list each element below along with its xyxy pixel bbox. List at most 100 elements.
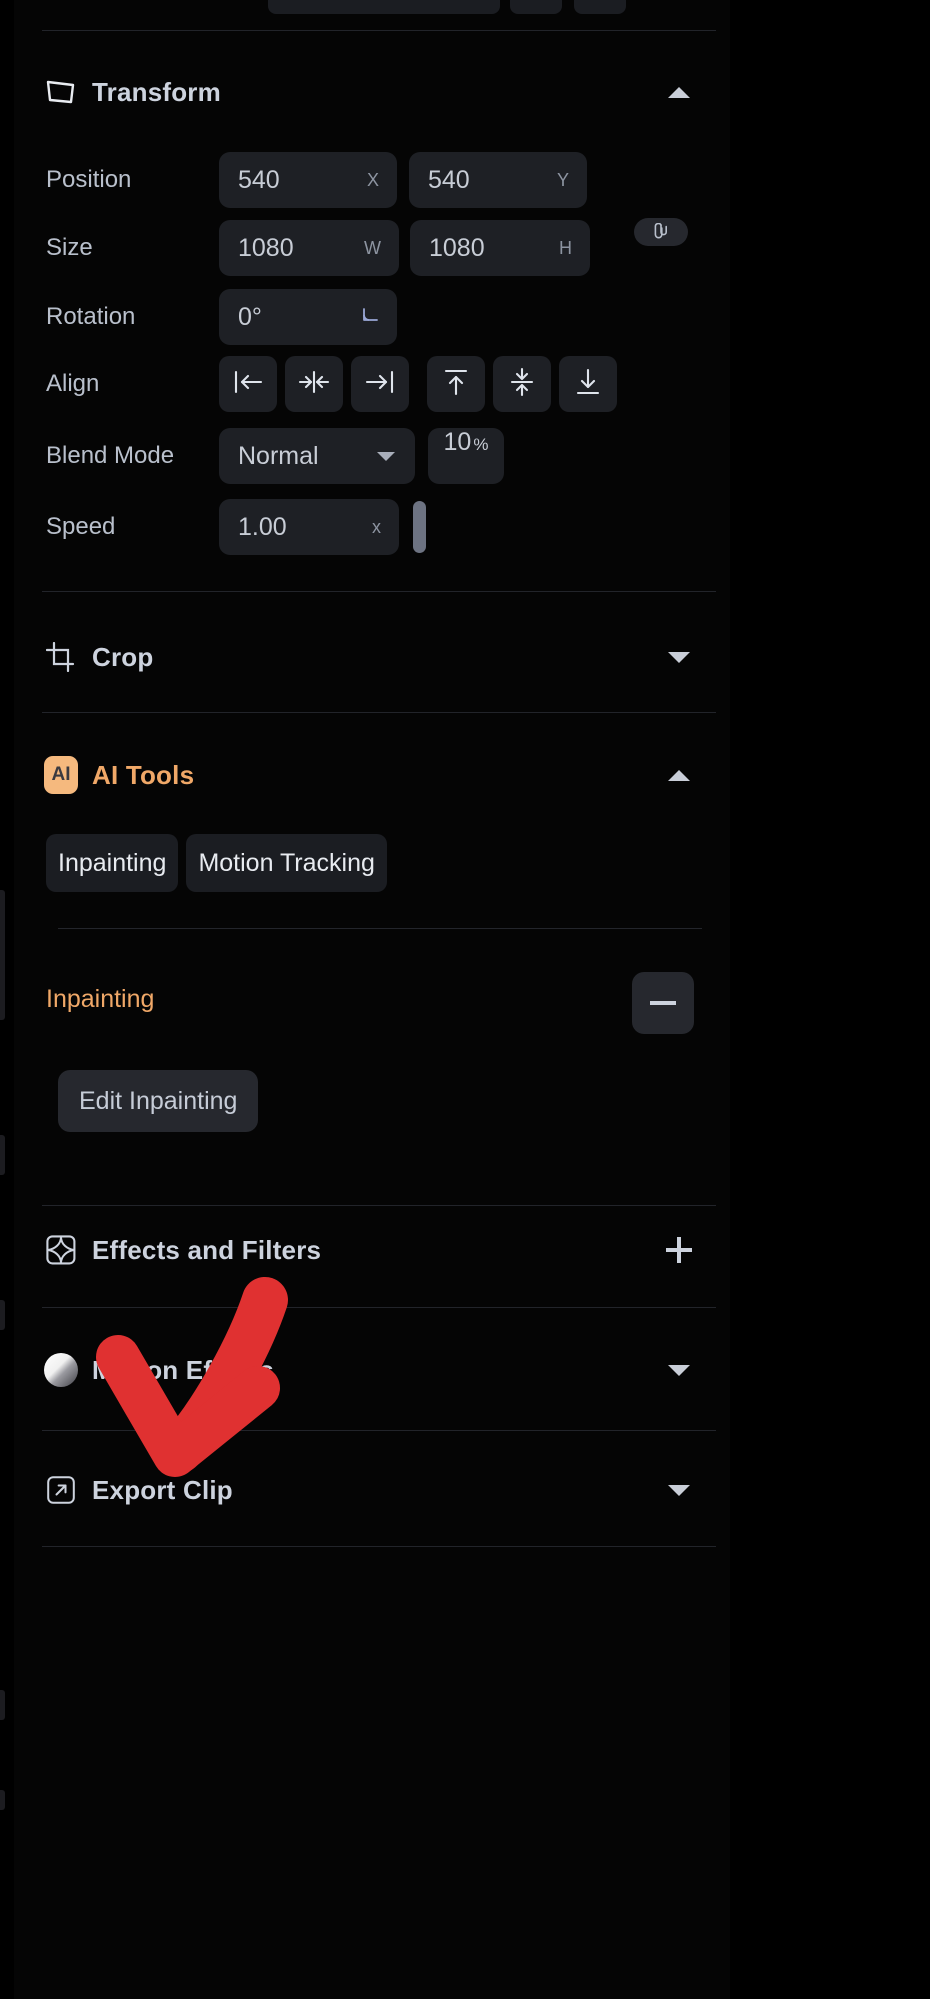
panel-scrollbar-thumb[interactable] (413, 501, 426, 553)
align-bottom-button[interactable] (559, 356, 617, 412)
speed-unit: x (372, 516, 381, 537)
link-aspect-ratio-icon[interactable] (634, 218, 688, 246)
rail-mark (0, 1300, 5, 1330)
chevron-down-icon (668, 1484, 690, 1496)
divider (42, 30, 716, 31)
align-right-button[interactable] (351, 356, 409, 412)
export-clip-expand-toggle[interactable] (666, 1477, 692, 1503)
row-align: Align (14, 356, 730, 412)
align-center-vertical-icon (508, 367, 536, 402)
divider (42, 1307, 716, 1308)
motion-effects-icon (44, 1353, 78, 1387)
section-title-motion-effects: Motion Effects (92, 1354, 274, 1385)
align-top-button[interactable] (427, 356, 485, 412)
size-height-input[interactable]: 1080 H (410, 220, 590, 276)
row-position: Position 540 X 540 Y (14, 152, 730, 208)
section-header-motion-effects[interactable]: Motion Effects (14, 1340, 730, 1400)
align-center-horizontal-button[interactable] (285, 356, 343, 412)
ai-tool-chip-list: Inpainting Motion Tracking (46, 834, 387, 892)
size-height-unit: H (559, 237, 572, 258)
toolbar-stub-field (268, 0, 500, 14)
top-toolbar-stub (14, 0, 730, 14)
opacity-value: 10 (443, 428, 472, 456)
position-y-unit: Y (556, 169, 569, 190)
chevron-down-icon (377, 451, 395, 461)
align-top-icon (442, 367, 470, 402)
transform-collapse-toggle[interactable] (666, 79, 692, 105)
position-x-unit: X (366, 169, 379, 190)
position-y-input[interactable]: 540 Y (409, 152, 587, 208)
angle-icon (361, 307, 379, 328)
section-header-transform[interactable]: Transform (14, 62, 730, 122)
ai-badge-label: AI (44, 756, 78, 794)
rail-mark (0, 1690, 5, 1720)
chevron-up-icon (668, 86, 690, 98)
inspector-panel: Transform Position 540 X 540 Y Size 1080… (14, 0, 730, 1999)
size-width-unit: W (364, 237, 381, 258)
position-x-value: 540 (238, 165, 280, 194)
left-rail (0, 0, 14, 1999)
speed-value: 1.00 (238, 512, 287, 541)
section-header-export-clip[interactable]: Export Clip (14, 1460, 730, 1520)
align-left-button[interactable] (219, 356, 277, 412)
ai-tool-chip-motion-tracking[interactable]: Motion Tracking (186, 834, 387, 892)
ai-tool-chip-inpainting[interactable]: Inpainting (46, 834, 179, 892)
size-width-input[interactable]: 1080 W (219, 220, 399, 276)
speed-input[interactable]: 1.00 x (219, 499, 399, 555)
opacity-input[interactable]: 10 % (428, 428, 504, 484)
align-center-horizontal-icon (297, 369, 331, 400)
divider (42, 1546, 716, 1547)
blend-mode-value: Normal (238, 441, 319, 470)
position-x-input[interactable]: 540 X (219, 152, 397, 208)
rail-mark (0, 1135, 5, 1175)
align-left-icon (231, 369, 265, 400)
minus-icon (650, 1001, 676, 1005)
active-tool-label: Inpainting (46, 985, 155, 1013)
chevron-down-icon (668, 651, 690, 663)
edit-inpainting-button[interactable]: Edit Inpainting (58, 1070, 259, 1132)
row-blend-mode: Blend Mode Normal 10 % (14, 428, 730, 484)
align-bottom-icon (574, 367, 602, 402)
rotation-input[interactable]: 0° (219, 289, 397, 345)
rotation-value: 0° (238, 302, 262, 331)
divider (42, 591, 716, 592)
divider (42, 712, 716, 713)
toolbar-stub-button (574, 0, 626, 14)
opacity-unit: % (473, 435, 489, 454)
divider (42, 1430, 716, 1431)
ai-tools-subdivider (58, 928, 702, 929)
section-header-effects-and-filters[interactable]: Effects and Filters (14, 1220, 730, 1280)
section-header-crop[interactable]: Crop (14, 627, 730, 687)
chevron-up-icon (668, 769, 690, 781)
section-title-transform: Transform (92, 76, 221, 107)
ai-badge-icon: AI (44, 756, 78, 794)
rail-mark (0, 1790, 5, 1810)
ai-tools-collapse-toggle[interactable] (666, 762, 692, 788)
motion-dot-icon (44, 1353, 78, 1387)
position-y-value: 540 (428, 165, 470, 194)
motion-effects-expand-toggle[interactable] (666, 1357, 692, 1383)
row-size: Size 1080 W 1080 H (14, 220, 730, 276)
section-header-ai-tools[interactable]: AI AI Tools (14, 745, 730, 805)
crop-expand-toggle[interactable] (666, 644, 692, 670)
blend-mode-label: Blend Mode (46, 442, 175, 469)
crop-icon (44, 642, 78, 672)
chevron-down-icon (668, 1364, 690, 1376)
properties-panel-screenshot: Transform Position 540 X 540 Y Size 1080… (0, 0, 930, 1999)
row-rotation: Rotation 0° (14, 289, 730, 345)
speed-label: Speed (46, 513, 116, 540)
size-label: Size (46, 234, 93, 261)
remove-inpainting-button[interactable] (632, 972, 694, 1034)
align-label: Align (46, 370, 100, 397)
effects-filters-icon (44, 1234, 78, 1266)
size-height-value: 1080 (429, 233, 485, 262)
position-label: Position (46, 166, 132, 193)
align-right-icon (363, 369, 397, 400)
align-center-vertical-button[interactable] (493, 356, 551, 412)
plus-icon (666, 1237, 692, 1263)
size-width-value: 1080 (238, 233, 294, 262)
export-external-link-icon (44, 1475, 78, 1505)
blend-mode-select[interactable]: Normal (219, 428, 415, 484)
toolbar-stub-button (510, 0, 562, 14)
add-effect-button[interactable] (666, 1237, 692, 1263)
